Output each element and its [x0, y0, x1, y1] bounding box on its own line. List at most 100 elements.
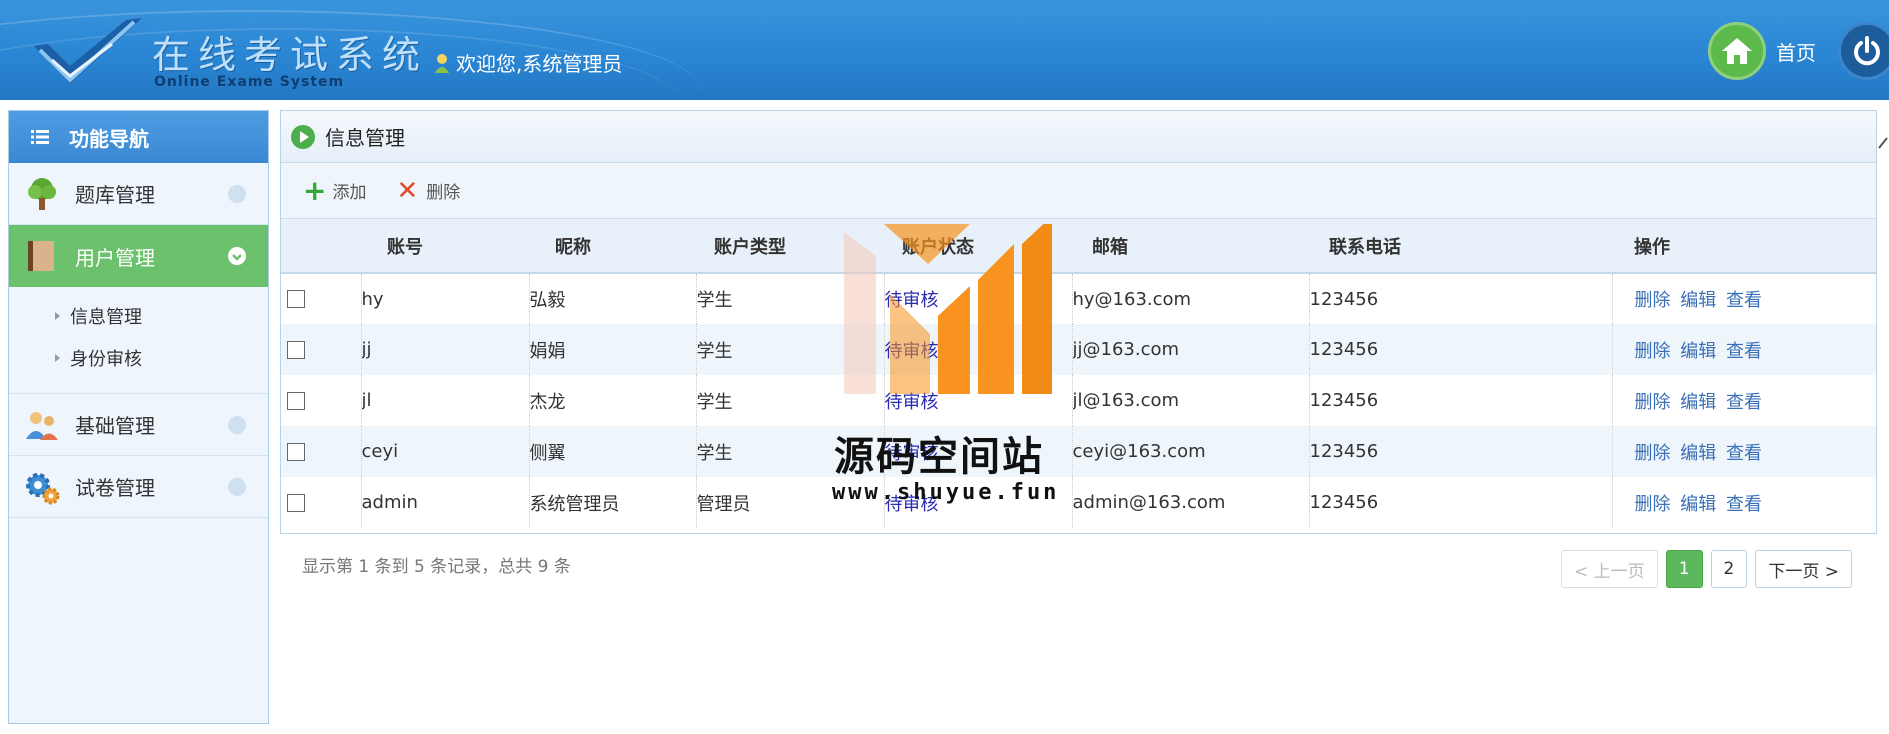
row-checkbox[interactable]	[287, 391, 305, 410]
column-header: 账号	[361, 219, 529, 274]
table-row[interactable]: ceyi 侧翼 学生 待审核 ceyi@163.com 123456 删除 编辑…	[281, 426, 1876, 477]
row-checkbox[interactable]	[287, 442, 305, 461]
home-icon[interactable]	[1708, 22, 1766, 80]
view-link[interactable]: 查看	[1726, 392, 1762, 413]
edit-link[interactable]: 编辑	[1680, 290, 1716, 311]
user-table: 账号 昵称 账户类型 账户状态 邮箱 联系电话 操作 hy 弘毅 学生 待审核 …	[281, 219, 1876, 528]
home-button[interactable]: 首页	[1708, 22, 1816, 80]
delete-button[interactable]: ✕ 删除	[396, 178, 460, 204]
panel-title-bar: 信息管理	[281, 111, 1876, 163]
page-button-1[interactable]: 1	[1665, 550, 1703, 588]
home-label[interactable]: 首页	[1776, 37, 1816, 66]
sidebar-item-label[interactable]: 试卷管理	[75, 472, 155, 501]
delete-button-label[interactable]: 删除	[426, 178, 460, 203]
cell-email: jj@163.com	[1072, 324, 1310, 375]
sidebar-item-user-management[interactable]: 用户管理	[9, 225, 268, 287]
user-icon	[435, 53, 449, 73]
cell-nickname: 娟娟	[529, 324, 697, 375]
toolbar: + 添加 ✕ 删除	[281, 163, 1876, 219]
cell-phone: 123456	[1309, 273, 1613, 324]
chevron-right-icon[interactable]	[228, 478, 246, 496]
submenu-item-identity-review[interactable]: 身份审核	[9, 337, 268, 379]
gear-icon	[23, 469, 61, 505]
cell-phone: 123456	[1309, 426, 1613, 477]
row-checkbox[interactable]	[287, 493, 305, 512]
edit-link[interactable]: 编辑	[1680, 341, 1716, 362]
sidebar-title: 功能导航	[69, 126, 149, 151]
table-header-row: 账号 昵称 账户类型 账户状态 邮箱 联系电话 操作	[281, 219, 1876, 274]
watermark-text: 源码空间站	[834, 434, 1044, 480]
column-header: 邮箱	[1072, 219, 1309, 274]
submenu: 信息管理 身份审核	[9, 287, 268, 394]
row-checkbox[interactable]	[287, 290, 305, 308]
view-link[interactable]: 查看	[1726, 443, 1762, 464]
edit-link[interactable]: 编辑	[1680, 443, 1716, 464]
cell-phone: 123456	[1309, 324, 1613, 375]
logout-power-icon[interactable]	[1838, 22, 1889, 80]
submenu-item-info-management[interactable]: 信息管理	[9, 295, 268, 337]
add-button-label[interactable]: 添加	[332, 178, 366, 203]
cell-account: jl	[361, 375, 530, 426]
content-panel: 信息管理 + 添加 ✕ 删除 账号 昵称 账户类型 账户状态 邮箱 联系电话 操…	[280, 110, 1877, 534]
plus-icon[interactable]: +	[303, 176, 326, 205]
row-checkbox[interactable]	[287, 340, 305, 359]
cell-account: hy	[361, 273, 530, 324]
pagination-info: 显示第 1 条到 5 条记录，总共 9 条	[302, 557, 571, 577]
table-row[interactable]: jj 娟娟 学生 待审核 jj@163.com 123456 删除 编辑 查看	[281, 324, 1876, 375]
cell-email: admin@163.com	[1072, 477, 1310, 528]
logo-title-cn: 在线考试系统	[152, 33, 429, 77]
chevron-right-icon[interactable]	[228, 416, 246, 434]
delete-link[interactable]: 删除	[1635, 494, 1671, 515]
view-link[interactable]: 查看	[1726, 341, 1762, 362]
delete-link[interactable]: 删除	[1635, 443, 1671, 464]
triangle-bullet-icon	[55, 354, 60, 362]
cell-phone: 123456	[1309, 477, 1613, 528]
column-header: 操作	[1612, 219, 1876, 274]
cell-nickname: 弘毅	[529, 273, 697, 324]
tree-icon	[23, 176, 61, 212]
edit-link[interactable]: 编辑	[1680, 494, 1716, 515]
play-circle-icon	[291, 124, 315, 149]
sidebar-item-label[interactable]: 用户管理	[75, 242, 155, 271]
cell-email: ceyi@163.com	[1072, 426, 1310, 477]
table-row[interactable]: hy 弘毅 学生 待审核 hy@163.com 123456 删除 编辑 查看	[281, 273, 1876, 324]
submenu-item-label[interactable]: 信息管理	[70, 303, 142, 329]
scroll-up-arrow-icon[interactable]	[1877, 132, 1889, 156]
view-link[interactable]: 查看	[1726, 290, 1762, 311]
submenu-item-label[interactable]: 身份审核	[70, 345, 142, 371]
chevron-down-icon[interactable]	[228, 247, 246, 265]
sidebar-nav: 功能导航 题库管理 用户管理 信息管理 身份审核 基础管理 试卷管理	[8, 110, 269, 724]
cell-nickname: 侧翼	[529, 426, 697, 477]
delete-link[interactable]: 删除	[1635, 341, 1671, 362]
sidebar-item-label[interactable]: 基础管理	[75, 410, 155, 439]
delete-link[interactable]: 删除	[1635, 392, 1671, 413]
edit-link[interactable]: 编辑	[1680, 392, 1716, 413]
list-icon	[31, 130, 49, 144]
sidebar-item-paper-management[interactable]: 试卷管理	[9, 456, 268, 518]
add-button[interactable]: + 添加	[303, 176, 366, 205]
header-select	[281, 219, 361, 274]
cell-email: jl@163.com	[1072, 375, 1310, 426]
cell-email: hy@163.com	[1072, 273, 1310, 324]
page-title: 信息管理	[325, 126, 405, 150]
cell-nickname: 系统管理员	[529, 477, 697, 528]
pagination: < 上一页 1 2 下一页 >	[1561, 550, 1852, 588]
triangle-bullet-icon	[55, 312, 60, 320]
welcome-text: 欢迎您,系统管理员	[456, 52, 623, 76]
cell-account: admin	[361, 477, 530, 528]
sidebar-item-label[interactable]: 题库管理	[75, 179, 155, 208]
page-button-2[interactable]: 2	[1710, 550, 1748, 588]
logo-checkmark-icon	[34, 18, 142, 84]
prev-page-button[interactable]: < 上一页	[1561, 550, 1658, 588]
delete-link[interactable]: 删除	[1635, 290, 1671, 311]
top-header: 在线考试系统 Online Exame System 欢迎您,系统管理员 首页	[0, 0, 1889, 100]
chevron-right-icon[interactable]	[228, 185, 246, 203]
sidebar-item-question-bank[interactable]: 题库管理	[9, 163, 268, 225]
view-link[interactable]: 查看	[1726, 494, 1762, 515]
next-page-button[interactable]: 下一页 >	[1755, 550, 1852, 588]
delete-x-icon[interactable]: ✕	[396, 178, 418, 204]
sidebar-item-basic-management[interactable]: 基础管理	[9, 394, 268, 456]
table-row[interactable]: jl 杰龙 学生 待审核 jl@163.com 123456 删除 编辑 查看	[281, 375, 1876, 426]
table-row[interactable]: admin 系统管理员 管理员 待审核 admin@163.com 123456…	[281, 477, 1876, 528]
book-icon	[23, 238, 61, 274]
